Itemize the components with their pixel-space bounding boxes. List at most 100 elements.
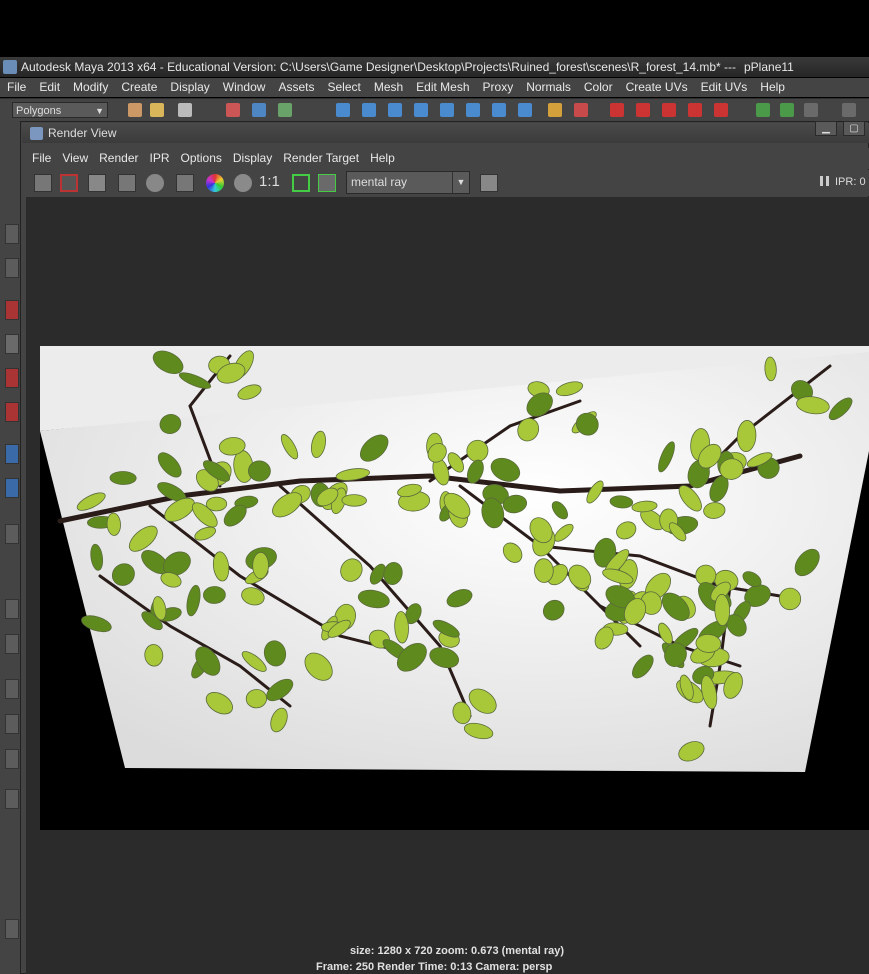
region-render-icon[interactable]: [176, 174, 194, 192]
snap-to-surface-icon[interactable]: [714, 103, 728, 117]
leaf-shape: [534, 558, 554, 583]
lasso-tool-icon[interactable]: [5, 258, 19, 278]
menu-edit-uvs[interactable]: Edit UVs: [694, 78, 754, 97]
snap-plane-icon[interactable]: [414, 103, 428, 117]
render-settings-icon[interactable]: [492, 103, 506, 117]
magnet-icon[interactable]: [610, 103, 624, 117]
keep-image-icon[interactable]: [318, 174, 336, 192]
menu-select[interactable]: Select: [320, 78, 366, 97]
scale-tool-icon[interactable]: [5, 402, 19, 422]
remove-image-icon[interactable]: [480, 174, 498, 192]
menu-mesh[interactable]: Mesh: [367, 78, 409, 97]
render-view-logo-icon: [30, 127, 43, 140]
layout-single-icon[interactable]: [5, 444, 19, 464]
output-ops-icon[interactable]: [780, 103, 794, 117]
select-object-icon[interactable]: [252, 103, 266, 117]
rv-menu-view[interactable]: View: [56, 148, 93, 169]
rv-menu-display[interactable]: Display: [227, 148, 277, 169]
menu-color[interactable]: Color: [577, 78, 619, 97]
maximize-icon[interactable]: ▢: [843, 121, 865, 136]
snap-to-curve-icon[interactable]: [636, 103, 650, 117]
menu-file[interactable]: File: [0, 78, 32, 97]
open-scene-icon[interactable]: [150, 103, 164, 117]
refresh-icon[interactable]: [146, 174, 164, 192]
ratio-label[interactable]: 1:1: [259, 173, 280, 190]
maya-title-object: pPlane11: [744, 60, 794, 74]
persp-outliner-icon[interactable]: [5, 789, 19, 809]
leaf-shape: [205, 496, 228, 512]
render-frame-icon[interactable]: [34, 174, 52, 192]
construction-history-icon[interactable]: [804, 103, 818, 117]
layout-side-icon[interactable]: [5, 524, 19, 544]
rotate-tool-icon[interactable]: [5, 368, 19, 388]
settings-icon[interactable]: [5, 919, 19, 939]
select-tool-icon[interactable]: [5, 224, 19, 244]
rgb-channels-icon[interactable]: [206, 174, 224, 192]
rv-menu-help[interactable]: Help: [364, 148, 400, 169]
selection-mask-icon[interactable]: [574, 103, 588, 117]
leaf-shape: [203, 586, 226, 604]
rv-menu-options[interactable]: Options: [175, 148, 227, 169]
select-hierarchy-icon[interactable]: [226, 103, 240, 117]
ipr-status[interactable]: IPR: 0: [820, 176, 866, 188]
snap-to-point-icon[interactable]: [662, 103, 676, 117]
rendered-image-canvas: [40, 346, 869, 772]
alpha-channel-icon[interactable]: [234, 174, 252, 192]
menu-window[interactable]: Window: [216, 78, 272, 97]
maya-menubar: File Edit Modify Create Display Window Assets S…: [0, 78, 869, 97]
snap-grid-icon[interactable]: [336, 103, 350, 117]
rv-menu-ipr[interactable]: IPR: [144, 148, 175, 169]
rv-menu-render-target[interactable]: Render Target: [277, 148, 364, 169]
snapshot-icon[interactable]: [88, 174, 106, 192]
snap-to-view-icon[interactable]: [688, 103, 702, 117]
render-view-title-bar[interactable]: Render View: [22, 123, 869, 143]
outliner-layout-icon[interactable]: [5, 599, 19, 619]
render-size-info: size: 1280 x 720 zoom: 0.673 (mental ray…: [350, 945, 564, 957]
leaf-shape: [252, 551, 269, 580]
graph-layout-icon[interactable]: [5, 634, 19, 654]
help-line-icon[interactable]: [518, 103, 532, 117]
snap-curve-icon[interactable]: [362, 103, 376, 117]
hypershade-layout-icon[interactable]: [5, 714, 19, 734]
snap-point-icon[interactable]: [388, 103, 402, 117]
fit-frame-icon[interactable]: [292, 174, 310, 192]
save-scene-icon[interactable]: [178, 103, 192, 117]
menu-normals[interactable]: Normals: [519, 78, 577, 97]
paint-select-icon[interactable]: [5, 300, 19, 320]
rv-menu-render[interactable]: Render: [93, 148, 143, 169]
render-view-title: Render View: [48, 126, 117, 140]
list-layout-icon[interactable]: [5, 679, 19, 699]
lock-icon[interactable]: [548, 103, 562, 117]
maya-title-text: Autodesk Maya 2013 x64 - Educational Ver…: [21, 60, 737, 74]
minimize-icon[interactable]: ▁: [815, 121, 837, 136]
rv-menu-file[interactable]: File: [26, 148, 56, 169]
menu-help[interactable]: Help: [753, 78, 791, 97]
menu-display[interactable]: Display: [163, 78, 215, 97]
chevron-down-icon: ▼: [452, 172, 469, 193]
new-scene-icon[interactable]: [128, 103, 142, 117]
input-ops-icon[interactable]: [756, 103, 770, 117]
chevron-down-icon: ▼: [95, 106, 104, 116]
maya-logo-icon: [3, 60, 17, 74]
redo-render-icon[interactable]: [60, 174, 78, 192]
menu-create[interactable]: Create: [114, 78, 163, 97]
maya-title-bar: Autodesk Maya 2013 x64 - Educational Ver…: [0, 57, 869, 77]
menu-edit[interactable]: Edit: [32, 78, 66, 97]
mode-select-value: Polygons: [16, 105, 62, 117]
renderer-select[interactable]: mental ray ▼: [346, 171, 470, 194]
menu-modify[interactable]: Modify: [66, 78, 114, 97]
ipr-render-icon[interactable]: [118, 174, 136, 192]
move-tool-icon[interactable]: [5, 334, 19, 354]
menu-create-uvs[interactable]: Create UVs: [619, 78, 694, 97]
menu-assets[interactable]: Assets: [271, 78, 320, 97]
snap-live-icon[interactable]: [440, 103, 454, 117]
layout-four-icon[interactable]: [5, 478, 19, 498]
mode-select[interactable]: Polygons ▼: [12, 102, 108, 118]
menu-proxy[interactable]: Proxy: [476, 78, 520, 97]
select-component-icon[interactable]: [278, 103, 292, 117]
render-current-frame-icon[interactable]: [842, 103, 856, 117]
history-icon[interactable]: [466, 103, 480, 117]
leaf-shape: [109, 471, 137, 485]
menu-edit-mesh[interactable]: Edit Mesh: [409, 78, 475, 97]
uv-layout-icon[interactable]: [5, 749, 19, 769]
